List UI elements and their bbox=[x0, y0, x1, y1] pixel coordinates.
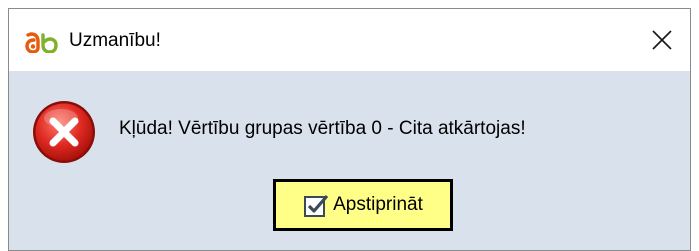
confirm-button[interactable]: Apstiprināt bbox=[273, 179, 453, 231]
dialog-title: Uzmanību! bbox=[69, 30, 161, 51]
close-button[interactable] bbox=[634, 9, 690, 71]
dialog-body: Kļūda! Vērtību grupas vērtība 0 - Cita a… bbox=[9, 71, 690, 250]
close-icon bbox=[652, 30, 672, 50]
error-message: Kļūda! Vērtību grupas vērtība 0 - Cita a… bbox=[119, 118, 526, 139]
error-dialog: Uzmanību! Kļūda! Vērtību grupas vērtība … bbox=[8, 8, 691, 251]
error-icon bbox=[33, 101, 95, 163]
app-logo-icon bbox=[25, 32, 58, 53]
checkbox-checked-icon bbox=[304, 194, 329, 217]
confirm-button-label: Apstiprināt bbox=[333, 194, 423, 215]
title-bar[interactable]: Uzmanību! bbox=[9, 9, 690, 71]
